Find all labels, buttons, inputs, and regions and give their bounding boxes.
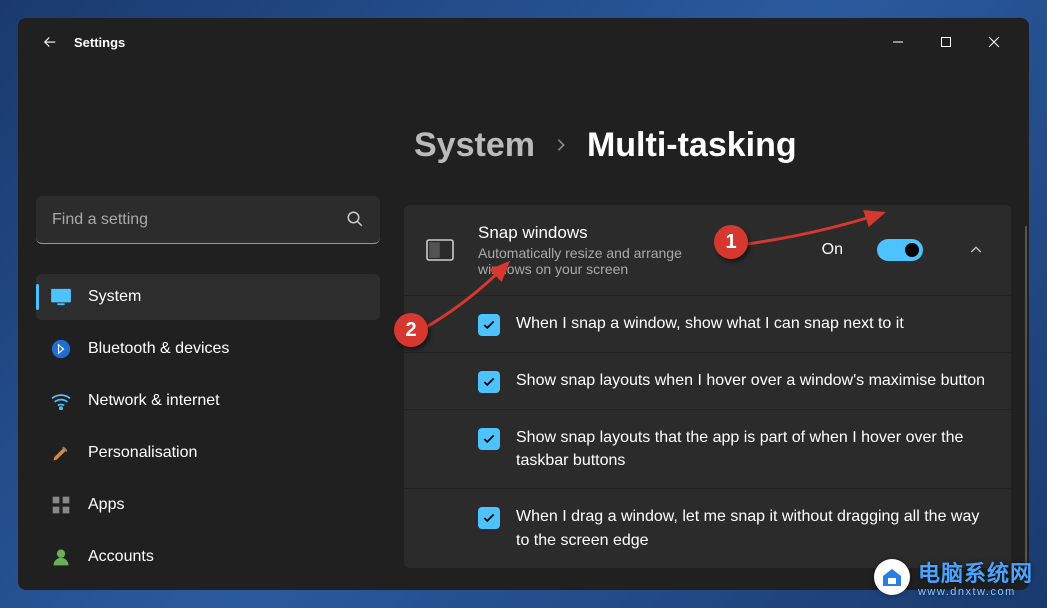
app-title: Settings [74, 35, 125, 50]
sidebar-item-network[interactable]: Network & internet [36, 378, 380, 424]
settings-window: Settings [18, 18, 1029, 590]
search-icon [346, 210, 364, 233]
sidebar: System Bluetooth & devices Network & int… [18, 66, 398, 590]
watermark-text: 电脑系统网 [918, 556, 1033, 588]
snap-option-checkbox-4[interactable] [478, 507, 500, 529]
collapse-button[interactable] [963, 237, 989, 263]
snap-option-row: Show snap layouts that the app is part o… [404, 409, 1011, 488]
titlebar: Settings [18, 18, 1029, 66]
snap-option-row: Show snap layouts when I hover over a wi… [404, 352, 1011, 409]
snap-option-checkbox-2[interactable] [478, 371, 500, 393]
toggle-knob [905, 243, 919, 257]
search-input[interactable] [36, 196, 380, 244]
snap-option-label: When I snap a window, show what I can sn… [516, 312, 904, 335]
toggle-state-label: On [822, 241, 843, 259]
display-icon [50, 286, 72, 308]
sidebar-item-label: Bluetooth & devices [88, 340, 229, 358]
person-icon [50, 546, 72, 568]
sidebar-item-apps[interactable]: Apps [36, 482, 380, 528]
paintbrush-icon [50, 442, 72, 464]
sidebar-item-system[interactable]: System [36, 274, 380, 320]
arrow-left-icon [41, 33, 59, 51]
window-controls [875, 26, 1017, 58]
body: System Bluetooth & devices Network & int… [18, 66, 1029, 590]
snap-option-label: When I drag a window, let me snap it wit… [516, 505, 989, 551]
main-content: System Multi-tasking Snap windows Automa… [398, 66, 1029, 590]
snap-windows-toggle[interactable] [877, 239, 923, 261]
panel-title: Snap windows [478, 223, 798, 243]
sidebar-item-accounts[interactable]: Accounts [36, 534, 380, 580]
apps-icon [50, 494, 72, 516]
back-button[interactable] [30, 26, 70, 58]
wifi-icon [50, 390, 72, 412]
annotation-marker-2: 2 [394, 313, 428, 347]
sidebar-item-bluetooth[interactable]: Bluetooth & devices [36, 326, 380, 372]
search-box [36, 196, 380, 244]
sidebar-item-label: Apps [88, 496, 124, 514]
breadcrumb-current: Multi-tasking [587, 126, 797, 165]
watermark: 电脑系统网 www.dnxtw.com [874, 556, 1033, 598]
sidebar-item-label: Accounts [88, 548, 154, 566]
chevron-up-icon [968, 242, 984, 258]
sidebar-item-label: System [88, 288, 141, 306]
nav: System Bluetooth & devices Network & int… [36, 274, 380, 580]
watermark-url: www.dnxtw.com [918, 586, 1033, 598]
annotation-marker-1: 1 [714, 225, 748, 259]
minimize-icon [892, 36, 904, 48]
breadcrumb-parent[interactable]: System [414, 126, 535, 165]
snap-option-label: Show snap layouts when I hover over a wi… [516, 369, 985, 392]
snap-option-label: Show snap layouts that the app is part o… [516, 426, 989, 472]
check-icon [482, 375, 496, 389]
sidebar-item-label: Network & internet [88, 392, 220, 410]
snap-layout-icon [426, 236, 454, 264]
sidebar-item-personalisation[interactable]: Personalisation [36, 430, 380, 476]
snap-options: When I snap a window, show what I can sn… [404, 295, 1011, 568]
minimize-button[interactable] [875, 26, 921, 58]
snap-windows-header[interactable]: Snap windows Automatically resize and ar… [404, 205, 1011, 295]
snap-option-checkbox-3[interactable] [478, 428, 500, 450]
check-icon [482, 432, 496, 446]
breadcrumb: System Multi-tasking [404, 126, 1011, 165]
snap-windows-panel: Snap windows Automatically resize and ar… [404, 205, 1011, 568]
watermark-logo-icon [874, 559, 910, 595]
close-icon [988, 36, 1000, 48]
chevron-right-icon [553, 133, 569, 159]
bluetooth-icon [50, 338, 72, 360]
main-scrollbar[interactable] [1025, 226, 1027, 566]
snap-option-row: When I snap a window, show what I can sn… [404, 295, 1011, 352]
panel-subtitle: Automatically resize and arrange windows… [478, 245, 738, 277]
sidebar-item-label: Personalisation [88, 444, 197, 462]
maximize-button[interactable] [923, 26, 969, 58]
check-icon [482, 511, 496, 525]
close-button[interactable] [971, 26, 1017, 58]
snap-option-checkbox-1[interactable] [478, 314, 500, 336]
maximize-icon [940, 36, 952, 48]
check-icon [482, 318, 496, 332]
